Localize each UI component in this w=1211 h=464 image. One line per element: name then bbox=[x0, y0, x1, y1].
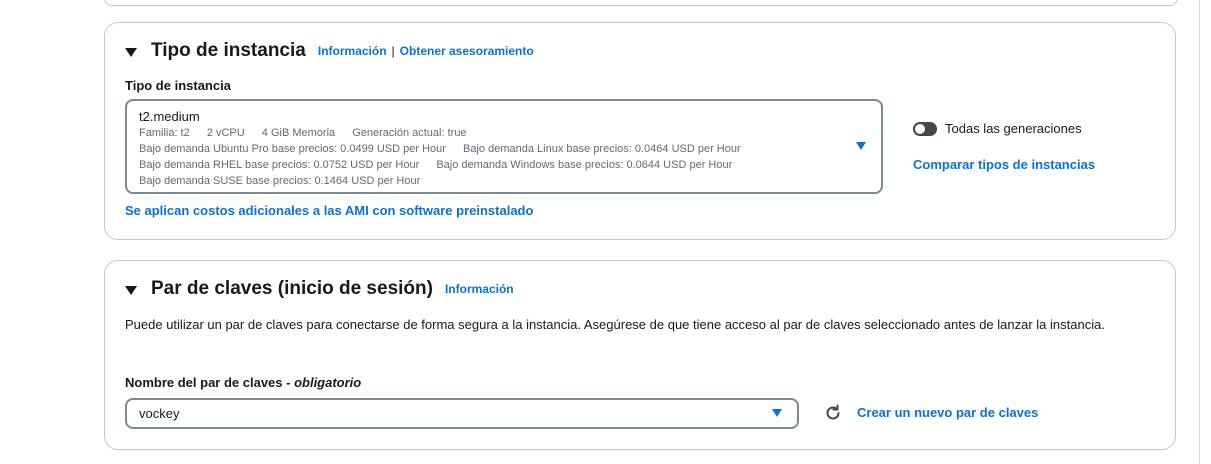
instance-type-card: Tipo de instancia Información | Obtener … bbox=[104, 22, 1176, 240]
previous-section-card bbox=[104, 0, 1178, 6]
instance-vcpu: 2 vCPU bbox=[206, 127, 245, 139]
key-pair-select[interactable]: vockey bbox=[125, 398, 799, 429]
all-generations-toggle-row: Todas las generaciones bbox=[913, 121, 1082, 136]
key-pair-title: Par de claves (inicio de sesión) bbox=[151, 278, 433, 299]
instance-memory: 4 GiB Memoria bbox=[261, 127, 336, 139]
instance-type-title: Tipo de instancia bbox=[151, 40, 306, 61]
ubuntu-price: Bajo demanda Ubuntu Pro base precios: 0.… bbox=[139, 143, 446, 155]
link-separator: | bbox=[391, 44, 395, 58]
page-right-divider bbox=[1199, 0, 1200, 464]
create-key-pair-link[interactable]: Crear un nuevo par de claves bbox=[857, 405, 1038, 420]
instance-type-field-label: Tipo de instancia bbox=[125, 78, 231, 93]
instance-type-info-link[interactable]: Información bbox=[318, 44, 387, 58]
instance-type-name: t2.medium bbox=[139, 109, 200, 124]
instance-pricing-row-3: Bajo demanda SUSE base precios: 0.1464 U… bbox=[139, 173, 881, 189]
key-pair-info-link[interactable]: Información bbox=[445, 282, 514, 296]
instance-type-header: Tipo de instancia Información | Obtener … bbox=[125, 40, 534, 62]
all-generations-label: Todas las generaciones bbox=[945, 121, 1082, 136]
instance-generation: Generación actual: true bbox=[352, 127, 467, 139]
all-generations-toggle[interactable] bbox=[913, 121, 937, 136]
key-pair-card: Par de claves (inicio de sesión) Informa… bbox=[104, 260, 1176, 450]
caret-down-icon[interactable] bbox=[125, 285, 137, 295]
instance-pricing-row-1: Bajo demanda Ubuntu Pro base precios: 0.… bbox=[139, 141, 881, 157]
suse-price: Bajo demanda SUSE base precios: 0.1464 U… bbox=[139, 175, 421, 187]
toggle-knob bbox=[915, 123, 925, 134]
key-pair-header: Par de claves (inicio de sesión) Informa… bbox=[125, 278, 514, 300]
instance-pricing-row-2: Bajo demanda RHEL base precios: 0.0752 U… bbox=[139, 157, 881, 173]
instance-family: Familia: t2 bbox=[139, 127, 190, 139]
required-marker: obligatorio bbox=[294, 375, 362, 390]
get-advice-link[interactable]: Obtener asesoramiento bbox=[400, 44, 534, 58]
key-pair-field-label-text: Nombre del par de claves - bbox=[125, 375, 295, 390]
key-pair-field-label: Nombre del par de claves - obligatorio bbox=[125, 375, 361, 390]
instance-specs: Familia: t2 2 vCPU 4 GiB Memoria Generac… bbox=[139, 125, 881, 141]
linux-price: Bajo demanda Linux base precios: 0.0464 … bbox=[463, 143, 741, 155]
refresh-icon[interactable] bbox=[823, 403, 843, 423]
dropdown-caret-icon[interactable] bbox=[856, 142, 866, 150]
key-pair-selected-value: vockey bbox=[139, 406, 180, 421]
compare-instance-types-link[interactable]: Comparar tipos de instancias bbox=[913, 157, 1095, 172]
caret-down-icon[interactable] bbox=[125, 47, 137, 57]
windows-price: Bajo demanda Windows base precios: 0.064… bbox=[436, 159, 733, 171]
instance-type-select[interactable]: t2.medium Familia: t2 2 vCPU 4 GiB Memor… bbox=[125, 99, 883, 194]
ami-costs-link[interactable]: Se aplican costos adicionales a las AMI … bbox=[125, 203, 533, 218]
rhel-price: Bajo demanda RHEL base precios: 0.0752 U… bbox=[139, 159, 420, 171]
key-pair-description: Puede utilizar un par de claves para con… bbox=[125, 317, 1105, 332]
dropdown-caret-icon[interactable] bbox=[772, 409, 782, 417]
